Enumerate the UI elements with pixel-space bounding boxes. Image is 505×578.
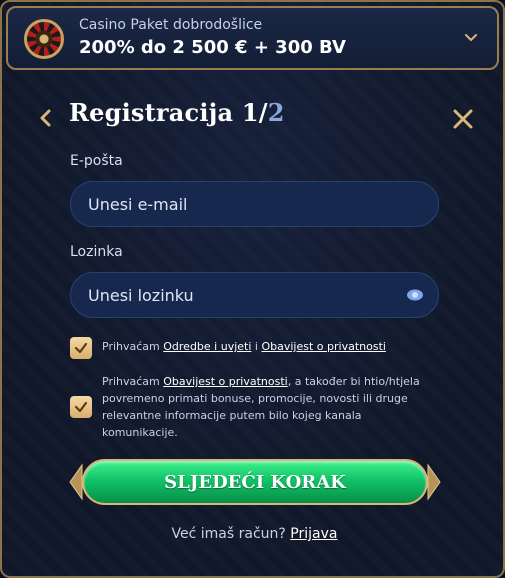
registration-modal: Casino Paket dobrodošlice 200% do 2 500 …: [0, 0, 505, 578]
email-field-wrapper: [70, 181, 439, 227]
marketing-line1-suffix: , a također bi htio/htjela: [287, 375, 420, 388]
marketing-privacy-link[interactable]: Obavijest o privatnosti: [163, 375, 287, 388]
welcome-bonus-banner[interactable]: Casino Paket dobrodošlice 200% do 2 500 …: [6, 6, 499, 70]
page-title-text: Registracija 1/: [69, 98, 268, 127]
next-step-button-wrapper: SLJEDEĆI KORAK: [68, 457, 442, 507]
marketing-line2: povremeno primati bonuse, promocije, nov…: [102, 392, 408, 405]
checkmark-icon: [74, 401, 88, 413]
bonus-subtitle: Casino Paket dobrodošlice: [79, 17, 263, 33]
bonus-title: 200% do 2 500 € + 300 BV: [79, 37, 346, 58]
page-title: Registracija 1/2: [69, 98, 285, 127]
terms-middle: i: [251, 340, 262, 353]
roulette-icon: [24, 19, 64, 59]
chevron-down-icon[interactable]: [461, 28, 481, 48]
password-field[interactable]: [88, 285, 378, 305]
chevron-left-icon[interactable]: [36, 106, 56, 130]
marketing-prefix: Prihvaćam: [102, 375, 164, 388]
checkmark-icon: [74, 342, 88, 354]
login-prompt: Već imaš račun? Prijava: [2, 526, 505, 542]
email-field[interactable]: [88, 194, 378, 214]
marketing-line3: relevantne informacije putem bilo kojeg …: [102, 409, 362, 422]
terms-prefix: Prihvaćam: [102, 340, 164, 353]
privacy-link[interactable]: Obavijest o privatnosti: [261, 340, 385, 353]
terms-consent-text: Prihvaćam Odredbe i uvjeti i Obavijest o…: [102, 338, 386, 355]
login-link[interactable]: Prijava: [290, 526, 337, 542]
step-total: 2: [267, 98, 285, 127]
terms-checkbox[interactable]: [70, 337, 92, 359]
marketing-consent-text: Prihvaćam Obavijest o privatnosti, a tak…: [102, 373, 420, 441]
password-field-wrapper: [70, 272, 439, 318]
next-step-button[interactable]: SLJEDEĆI KORAK: [82, 459, 428, 505]
close-icon[interactable]: [452, 108, 474, 130]
marketing-checkbox[interactable]: [70, 396, 92, 418]
eye-icon[interactable]: [406, 288, 424, 302]
email-label: E-pošta: [70, 153, 123, 169]
login-question: Već imaš račun?: [171, 526, 291, 542]
terms-link[interactable]: Odredbe i uvjeti: [163, 340, 251, 353]
password-label: Lozinka: [70, 244, 123, 260]
marketing-line4: komunikacije.: [102, 426, 178, 439]
